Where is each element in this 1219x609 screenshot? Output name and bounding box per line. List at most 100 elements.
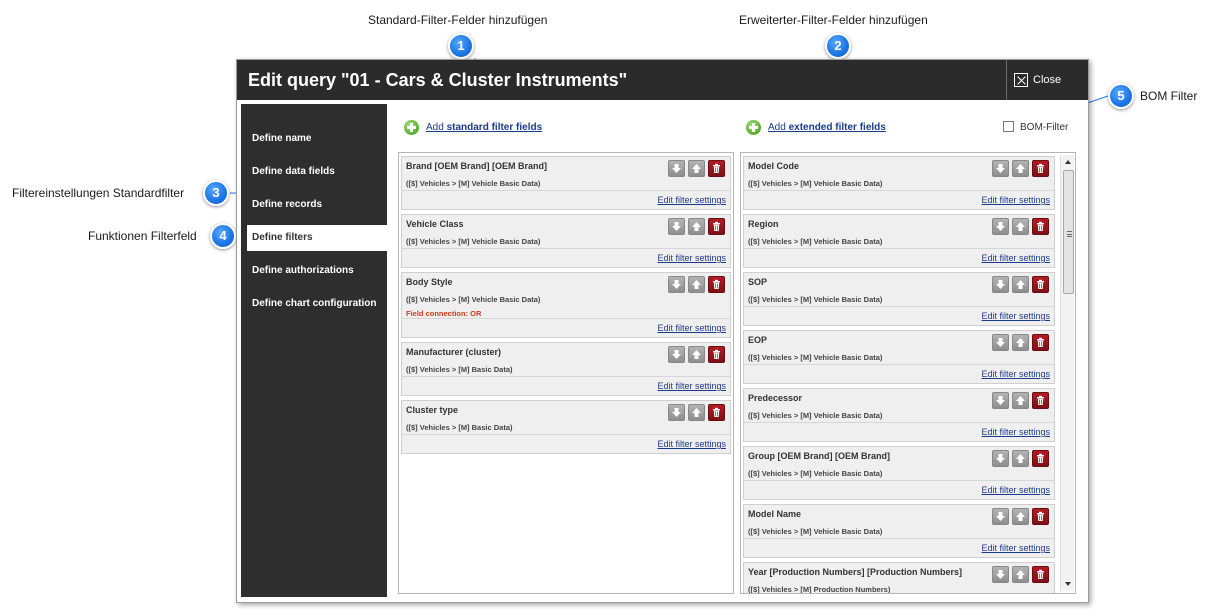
delete-button[interactable] bbox=[708, 276, 725, 293]
scroll-up-icon[interactable] bbox=[1065, 160, 1071, 164]
move-down-button[interactable] bbox=[668, 346, 685, 363]
move-up-button[interactable] bbox=[688, 346, 705, 363]
card-separator bbox=[402, 434, 730, 435]
move-up-button[interactable] bbox=[1012, 160, 1029, 177]
move-down-button[interactable] bbox=[668, 276, 685, 293]
filter-field-name: Model Name bbox=[748, 509, 802, 519]
move-down-button[interactable] bbox=[992, 160, 1009, 177]
move-up-button[interactable] bbox=[1012, 508, 1029, 525]
sidebar-item-define-records[interactable]: Define records bbox=[241, 192, 387, 218]
sidebar-item-define-data-fields[interactable]: Define data fields bbox=[241, 159, 387, 185]
move-down-button[interactable] bbox=[992, 450, 1009, 467]
card-separator bbox=[744, 190, 1054, 191]
sidebar-item-define-authorizations[interactable]: Define authorizations bbox=[241, 258, 387, 284]
filter-card: Year [Production Numbers] [Production Nu… bbox=[743, 562, 1055, 593]
add-extended-filter-fields-link[interactable]: Add extended filter fields bbox=[768, 122, 886, 133]
edit-filter-settings-link[interactable]: Edit filter settings bbox=[657, 381, 726, 391]
move-down-button[interactable] bbox=[992, 276, 1009, 293]
scroll-down-icon[interactable] bbox=[1065, 582, 1071, 586]
move-up-button[interactable] bbox=[688, 160, 705, 177]
filter-card: Brand [OEM Brand] [OEM Brand] ([$] Vehicl… bbox=[401, 156, 731, 210]
delete-button[interactable] bbox=[1032, 218, 1049, 235]
move-up-button[interactable] bbox=[1012, 392, 1029, 409]
move-down-button[interactable] bbox=[668, 160, 685, 177]
move-up-button[interactable] bbox=[1012, 566, 1029, 583]
scroll-thumb[interactable] bbox=[1063, 170, 1074, 294]
sidebar-item-define-chart-configuration[interactable]: Define chart configuration bbox=[241, 291, 387, 317]
edit-filter-settings-link[interactable]: Edit filter settings bbox=[981, 311, 1050, 321]
card-separator bbox=[402, 376, 730, 377]
card-separator bbox=[744, 480, 1054, 481]
filter-card: Body Style ([$] Vehicles > [M] Vehicle Ba… bbox=[401, 272, 731, 338]
filter-field-name: SOP bbox=[748, 277, 768, 287]
filter-field-path: ([$] Vehicles > [M] Vehicle Basic Data) bbox=[748, 179, 883, 188]
move-up-button[interactable] bbox=[1012, 334, 1029, 351]
annotation-4-badge: 4 bbox=[210, 223, 236, 249]
annotation-5-label: BOM Filter bbox=[1140, 89, 1198, 103]
filter-card: Group [OEM Brand] [OEM Brand] ([$] Vehicl… bbox=[743, 446, 1055, 500]
add-standard-filter-fields-link[interactable]: Add standard filter fields bbox=[426, 122, 542, 133]
filter-field-path: ([$] Vehicles > [M] Vehicle Basic Data) bbox=[748, 411, 883, 420]
bom-filter-checkbox[interactable] bbox=[1003, 121, 1014, 132]
edit-filter-settings-link[interactable]: Edit filter settings bbox=[657, 323, 726, 333]
add-extended-plus-icon[interactable] bbox=[746, 120, 761, 135]
filter-card: Region ([$] Vehicles > [M] Vehicle Basic … bbox=[743, 214, 1055, 268]
edit-filter-settings-link[interactable]: Edit filter settings bbox=[657, 195, 726, 205]
move-down-button[interactable] bbox=[668, 404, 685, 421]
edit-filter-settings-link[interactable]: Edit filter settings bbox=[981, 195, 1050, 205]
filter-field-name: Model Code bbox=[748, 161, 799, 171]
edit-filter-settings-link[interactable]: Edit filter settings bbox=[657, 253, 726, 263]
delete-button[interactable] bbox=[708, 404, 725, 421]
move-up-button[interactable] bbox=[688, 218, 705, 235]
edit-filter-settings-link[interactable]: Edit filter settings bbox=[981, 369, 1050, 379]
add-extended-prefix: Add bbox=[768, 122, 789, 133]
add-standard-bold: standard filter fields bbox=[446, 122, 543, 133]
edit-filter-settings-link[interactable]: Edit filter settings bbox=[981, 253, 1050, 263]
delete-button[interactable] bbox=[1032, 392, 1049, 409]
card-separator bbox=[744, 364, 1054, 365]
sidebar-item-define-name[interactable]: Define name bbox=[241, 126, 387, 152]
move-up-button[interactable] bbox=[688, 404, 705, 421]
move-down-button[interactable] bbox=[992, 334, 1009, 351]
close-icon bbox=[1014, 73, 1028, 87]
move-down-button[interactable] bbox=[992, 392, 1009, 409]
filter-field-path: ([$] Vehicles > [M] Vehicle Basic Data) bbox=[748, 353, 883, 362]
move-down-button[interactable] bbox=[992, 218, 1009, 235]
edit-filter-settings-link[interactable]: Edit filter settings bbox=[981, 427, 1050, 437]
add-standard-plus-icon[interactable] bbox=[404, 120, 419, 135]
delete-button[interactable] bbox=[1032, 334, 1049, 351]
edit-filter-settings-link[interactable]: Edit filter settings bbox=[981, 543, 1050, 553]
filter-field-path: ([$] Vehicles > [M] Vehicle Basic Data) bbox=[748, 295, 883, 304]
filter-field-path: ([$] Vehicles > [M] Vehicle Basic Data) bbox=[406, 179, 541, 188]
move-up-button[interactable] bbox=[1012, 276, 1029, 293]
delete-button[interactable] bbox=[1032, 566, 1049, 583]
delete-button[interactable] bbox=[708, 160, 725, 177]
move-down-button[interactable] bbox=[992, 566, 1009, 583]
extended-panel-scrollbar[interactable] bbox=[1060, 155, 1074, 591]
filter-card: Cluster type ([$] Vehicles > [M] Basic Da… bbox=[401, 400, 731, 454]
filter-card: Manufacturer (cluster) ([$] Vehicles > [M… bbox=[401, 342, 731, 396]
move-up-button[interactable] bbox=[688, 276, 705, 293]
edit-filter-settings-link[interactable]: Edit filter settings bbox=[981, 485, 1050, 495]
delete-button[interactable] bbox=[1032, 160, 1049, 177]
filter-field-name: Body Style bbox=[406, 277, 453, 287]
delete-button[interactable] bbox=[708, 346, 725, 363]
delete-button[interactable] bbox=[1032, 450, 1049, 467]
filter-field-path: ([$] Vehicles > [M] Vehicle Basic Data) bbox=[748, 237, 883, 246]
delete-button[interactable] bbox=[1032, 276, 1049, 293]
annotation-4-label: Funktionen Filterfeld bbox=[88, 229, 197, 243]
edit-query-dialog: Edit query "01 - Cars & Cluster Instrume… bbox=[236, 59, 1089, 603]
delete-button[interactable] bbox=[708, 218, 725, 235]
move-down-button[interactable] bbox=[668, 218, 685, 235]
move-up-button[interactable] bbox=[1012, 218, 1029, 235]
move-down-button[interactable] bbox=[992, 508, 1009, 525]
delete-button[interactable] bbox=[1032, 508, 1049, 525]
edit-filter-settings-link[interactable]: Edit filter settings bbox=[657, 439, 726, 449]
sidebar-item-define-filters[interactable]: Define filters bbox=[247, 225, 392, 251]
close-button[interactable]: Close bbox=[1006, 60, 1088, 100]
dialog-title: Edit query "01 - Cars & Cluster Instrume… bbox=[248, 70, 628, 90]
filter-card: Predecessor ([$] Vehicles > [M] Vehicle B… bbox=[743, 388, 1055, 442]
annotation-3-badge: 3 bbox=[203, 180, 229, 206]
move-up-button[interactable] bbox=[1012, 450, 1029, 467]
filter-field-path: ([$] Vehicles > [M] Basic Data) bbox=[406, 365, 513, 374]
